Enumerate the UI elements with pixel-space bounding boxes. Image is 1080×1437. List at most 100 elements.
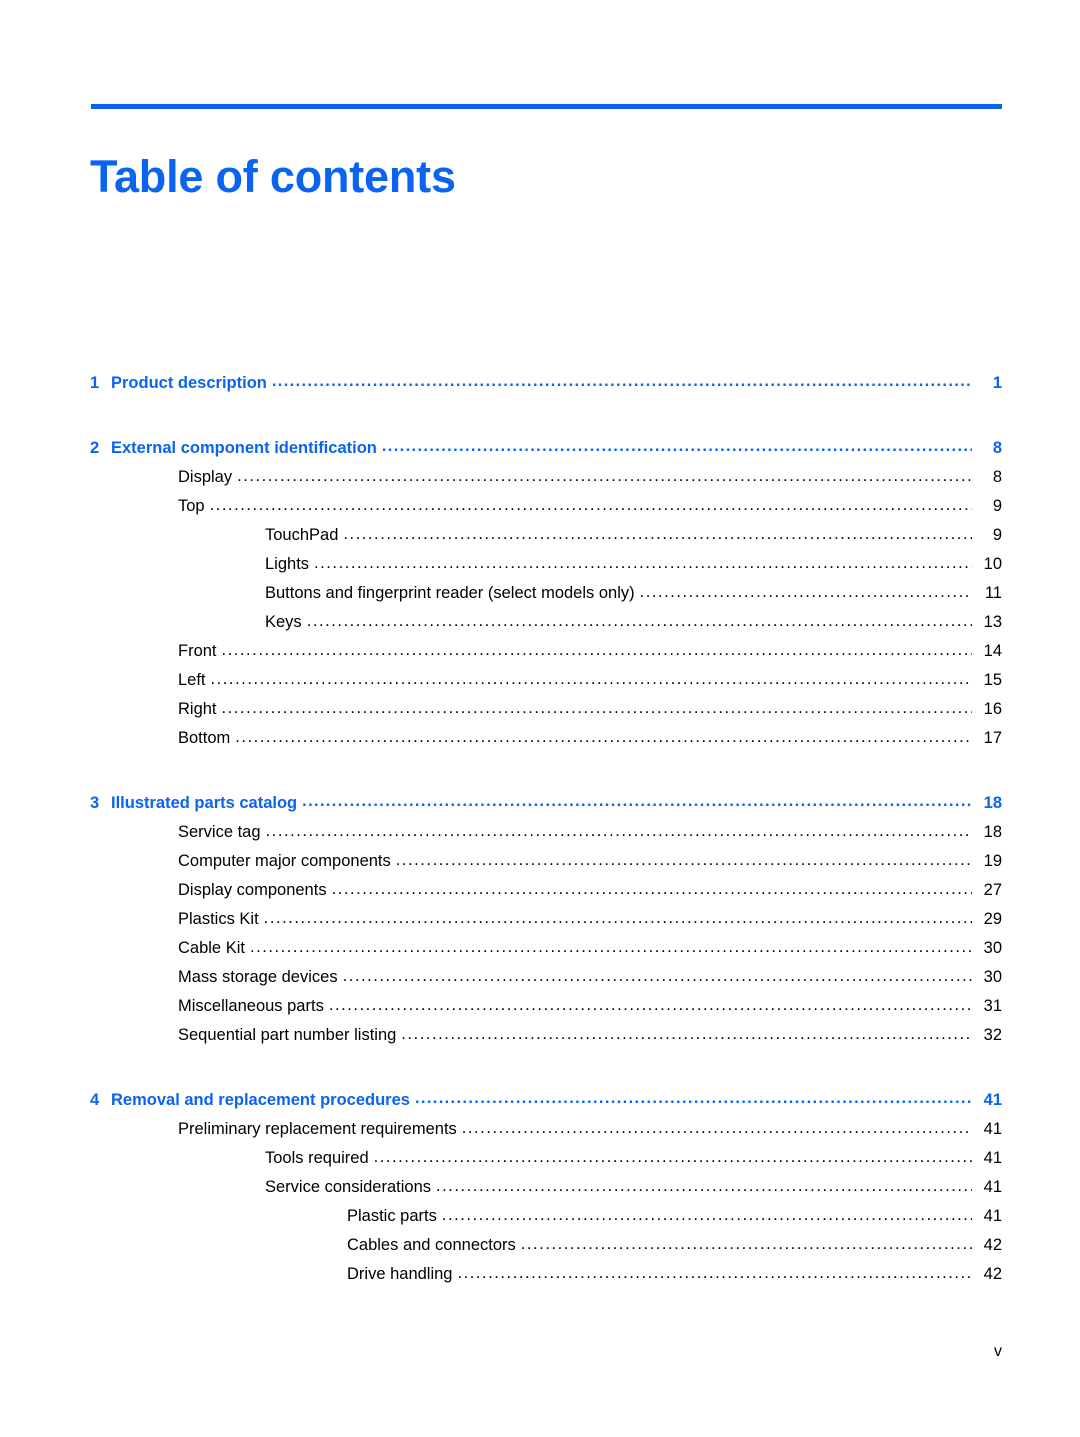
toc-entry-row[interactable]: Cable Kit...............................…	[90, 934, 1002, 963]
toc-entry-label: Tools required	[265, 1149, 369, 1167]
toc-dot-leader: ........................................…	[306, 612, 972, 630]
toc-dot-leader: ........................................…	[221, 699, 972, 717]
toc-entry-row[interactable]: Display.................................…	[90, 463, 1002, 492]
toc-entry-row[interactable]: Mass storage devices....................…	[90, 963, 1002, 992]
toc-entry-label: Buttons and fingerprint reader (select m…	[265, 584, 635, 602]
toc-entry-row[interactable]: Lights..................................…	[90, 550, 1002, 579]
title-divider-rule	[91, 104, 1002, 109]
toc-entry-row[interactable]: Buttons and fingerprint reader (select m…	[90, 579, 1002, 608]
toc-page-number: 18	[983, 823, 1002, 841]
toc-page-number: 41	[983, 1120, 1002, 1138]
toc-entry-label: Mass storage devices	[178, 968, 338, 986]
toc-page-number: 41	[983, 1207, 1002, 1225]
toc-page-number: 8	[992, 439, 1002, 457]
toc-chapter-number: 2	[90, 439, 100, 457]
toc-entry-label: Right	[178, 700, 217, 718]
toc-dot-leader: ........................................…	[235, 728, 972, 746]
toc-dot-leader: ........................................…	[395, 851, 972, 869]
toc-dot-leader: ........................................…	[461, 1119, 972, 1137]
toc-dot-leader: ........................................…	[441, 1206, 972, 1224]
toc-entry-row[interactable]: Left....................................…	[90, 666, 1002, 695]
toc-entry-row[interactable]: TouchPad................................…	[90, 521, 1002, 550]
toc-entry-row[interactable]: Top.....................................…	[90, 492, 1002, 521]
table-of-contents-list: 1 Product description....................…	[0, 368, 1080, 1289]
toc-entry-label: Service tag	[178, 823, 261, 841]
toc-entry-label: Front	[178, 642, 217, 660]
toc-page-number: 9	[992, 526, 1002, 544]
toc-entry-label: Miscellaneous parts	[178, 997, 324, 1015]
toc-dot-leader: ........................................…	[381, 437, 972, 455]
toc-entry-row[interactable]: Sequential part number listing..........…	[90, 1021, 1002, 1050]
toc-dot-leader: ........................................…	[343, 525, 972, 543]
toc-dot-leader: ........................................…	[221, 641, 972, 659]
toc-entry-row[interactable]: Cables and connectors...................…	[90, 1231, 1002, 1260]
toc-page-number: 15	[983, 671, 1002, 689]
toc-dot-leader: ........................................…	[209, 496, 972, 514]
toc-page-number: 14	[983, 642, 1002, 660]
page-title: Table of contents	[90, 151, 456, 203]
toc-entry-label: Service considerations	[265, 1178, 431, 1196]
toc-entry-label: Left	[178, 671, 206, 689]
toc-dot-leader: ........................................…	[314, 554, 972, 572]
toc-chapter-row[interactable]: 1 Product description....................…	[90, 368, 1002, 398]
toc-entry-row[interactable]: Keys....................................…	[90, 608, 1002, 637]
toc-entry-label: Keys	[265, 613, 302, 631]
toc-entry-label: Illustrated parts catalog	[111, 794, 298, 812]
toc-entry-row[interactable]: Miscellaneous parts.....................…	[90, 992, 1002, 1021]
toc-dot-leader: ........................................…	[271, 372, 972, 390]
toc-chapter-number: 4	[90, 1091, 100, 1109]
toc-entry-row[interactable]: Display components......................…	[90, 876, 1002, 905]
toc-dot-leader: ........................................…	[265, 822, 972, 840]
toc-entry-label: Plastic parts	[347, 1207, 437, 1225]
toc-entry-row[interactable]: Front...................................…	[90, 637, 1002, 666]
toc-entry-label: Top	[178, 497, 205, 515]
toc-dot-leader: ........................................…	[414, 1089, 972, 1107]
toc-entry-row[interactable]: Bottom..................................…	[90, 724, 1002, 753]
toc-entry-label: Cable Kit	[178, 939, 245, 957]
toc-entry-row[interactable]: Drive handling..........................…	[90, 1260, 1002, 1289]
toc-page-number: 9	[992, 497, 1002, 515]
toc-page-number: 8	[992, 468, 1002, 486]
toc-page-number: 27	[983, 881, 1002, 899]
toc-entry-row[interactable]: Plastic parts...........................…	[90, 1202, 1002, 1231]
toc-dot-leader: ........................................…	[342, 967, 972, 985]
toc-page: Table of contents 1 Product description..…	[0, 0, 1080, 1437]
page-folio: v	[994, 1343, 1002, 1360]
toc-chapter-row[interactable]: 4 Removal and replacement procedures.....…	[90, 1085, 1002, 1115]
toc-entry-label: Sequential part number listing	[178, 1026, 397, 1044]
toc-entry-label: Cables and connectors	[347, 1236, 516, 1254]
toc-dot-leader: ........................................…	[401, 1025, 972, 1043]
toc-entry-row[interactable]: Plastics Kit............................…	[90, 905, 1002, 934]
toc-entry-label: Display	[178, 468, 233, 486]
toc-page-number: 10	[983, 555, 1002, 573]
toc-entry-label: External component identification	[111, 439, 377, 457]
toc-entry-label: Lights	[265, 555, 310, 573]
toc-dot-leader: ........................................…	[328, 996, 972, 1014]
toc-entry-label: Plastics Kit	[178, 910, 259, 928]
toc-dot-leader: ........................................…	[373, 1148, 972, 1166]
toc-dot-leader: ........................................…	[237, 467, 972, 485]
toc-dot-leader: ........................................…	[210, 670, 972, 688]
toc-page-number: 41	[983, 1178, 1002, 1196]
toc-entry-row[interactable]: Tools required..........................…	[90, 1144, 1002, 1173]
toc-entry-label: Computer major components	[178, 852, 391, 870]
toc-page-number: 41	[983, 1091, 1002, 1109]
toc-page-number: 31	[983, 997, 1002, 1015]
toc-entry-row[interactable]: Preliminary replacement requirements....…	[90, 1115, 1002, 1144]
toc-dot-leader: ........................................…	[436, 1177, 972, 1195]
toc-page-number: 19	[983, 852, 1002, 870]
toc-entry-row[interactable]: Service considerations..................…	[90, 1173, 1002, 1202]
toc-entry-label: Product description	[111, 374, 267, 392]
toc-entry-row[interactable]: Right...................................…	[90, 695, 1002, 724]
toc-chapter-row[interactable]: 3 Illustrated parts catalog..............…	[90, 788, 1002, 818]
toc-chapter-row[interactable]: 2 External component identification......…	[90, 433, 1002, 463]
toc-entry-label: Preliminary replacement requirements	[178, 1120, 457, 1138]
toc-entry-label: TouchPad	[265, 526, 339, 544]
toc-entry-row[interactable]: Service tag.............................…	[90, 818, 1002, 847]
toc-dot-leader: ........................................…	[263, 909, 972, 927]
toc-page-number: 13	[983, 613, 1002, 631]
toc-entry-row[interactable]: Computer major components...............…	[90, 847, 1002, 876]
toc-page-number: 1	[992, 374, 1002, 392]
toc-chapter-number: 1	[90, 374, 100, 392]
toc-page-number: 32	[983, 1026, 1002, 1044]
